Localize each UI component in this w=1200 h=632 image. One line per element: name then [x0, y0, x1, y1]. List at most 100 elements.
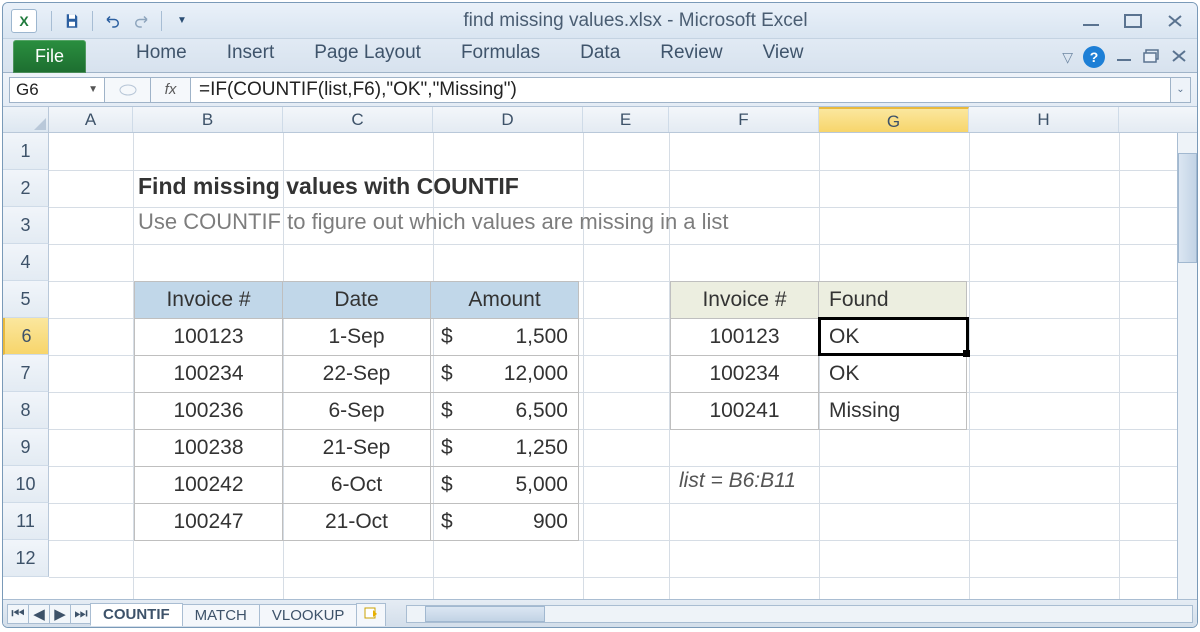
column-header[interactable]: D: [433, 107, 583, 132]
row-header[interactable]: 1: [3, 133, 49, 170]
cell[interactable]: Missing: [819, 393, 967, 430]
column-header[interactable]: E: [583, 107, 669, 132]
sheet-nav-last[interactable]: ⏭: [70, 604, 92, 624]
cell[interactable]: $1,500: [431, 319, 579, 356]
tab-page-layout[interactable]: Page Layout: [294, 36, 441, 72]
qat-customize-dropdown[interactable]: ▼: [170, 10, 194, 32]
scrollbar-thumb[interactable]: [1178, 153, 1197, 263]
app-window: X ▼ find missing values.xlsx - Microsoft…: [2, 2, 1198, 628]
cell[interactable]: 100242: [135, 467, 283, 504]
row-header[interactable]: 5: [3, 281, 49, 318]
window-controls: [1077, 11, 1189, 31]
cell[interactable]: 1-Sep: [283, 319, 431, 356]
row-header[interactable]: 4: [3, 244, 49, 281]
cell[interactable]: 100236: [135, 393, 283, 430]
tab-home[interactable]: Home: [116, 36, 207, 72]
divider: [92, 11, 93, 31]
horizontal-scrollbar[interactable]: [406, 605, 1193, 623]
worksheet-grid[interactable]: ABCDEFGH 123456789101112 Find missing va…: [3, 107, 1197, 627]
name-box-value: G6: [16, 80, 39, 100]
row-header[interactable]: 12: [3, 540, 49, 577]
cell[interactable]: 100234: [135, 356, 283, 393]
column-header[interactable]: G: [819, 107, 969, 132]
cell[interactable]: 22-Sep: [283, 356, 431, 393]
ribbon-tabs: File Home Insert Page Layout Formulas Da…: [3, 39, 1197, 73]
cell[interactable]: 100247: [135, 504, 283, 541]
name-box[interactable]: G6 ▼: [9, 77, 105, 103]
file-tab[interactable]: File: [13, 40, 86, 73]
help-button[interactable]: ?: [1083, 46, 1105, 68]
cell[interactable]: $1,250: [431, 430, 579, 467]
row-header[interactable]: 10: [3, 466, 49, 503]
table-row: 10023422-Sep$12,000: [135, 356, 579, 393]
cell[interactable]: OK: [819, 319, 967, 356]
formula-text: =IF(COUNTIF(list,F6),"OK","Missing"): [199, 79, 517, 101]
tab-view[interactable]: View: [743, 36, 824, 72]
tab-formulas[interactable]: Formulas: [441, 36, 560, 72]
undo-button[interactable]: [101, 10, 125, 32]
formula-bar-expand[interactable]: ⌄: [1171, 77, 1191, 103]
cell-surface[interactable]: Find missing values with COUNTIF Use COU…: [49, 133, 1197, 599]
cell[interactable]: 100238: [135, 430, 283, 467]
cell[interactable]: $12,000: [431, 356, 579, 393]
cell[interactable]: 100241: [671, 393, 819, 430]
sheet-tab-countif[interactable]: COUNTIF: [90, 603, 183, 626]
maximize-button[interactable]: [1119, 11, 1147, 31]
select-all-corner[interactable]: [3, 107, 49, 132]
cell[interactable]: 100123: [671, 319, 819, 356]
row-header[interactable]: 3: [3, 207, 49, 244]
tab-insert[interactable]: Insert: [207, 36, 295, 72]
named-range-note: list = B6:B11: [679, 469, 796, 493]
column-header[interactable]: B: [133, 107, 283, 132]
cell[interactable]: OK: [819, 356, 967, 393]
sheet-nav-first[interactable]: ⏮: [7, 604, 29, 624]
quick-access-toolbar: X ▼: [11, 9, 194, 33]
row-header[interactable]: 11: [3, 503, 49, 540]
row-header[interactable]: 8: [3, 392, 49, 429]
workbook-close-button[interactable]: [1171, 49, 1187, 66]
tab-data[interactable]: Data: [560, 36, 640, 72]
close-button[interactable]: [1161, 11, 1189, 31]
row-header[interactable]: 9: [3, 429, 49, 466]
cell[interactable]: 6-Sep: [283, 393, 431, 430]
column-header[interactable]: C: [283, 107, 433, 132]
cell[interactable]: 100234: [671, 356, 819, 393]
workbook-minimize-button[interactable]: [1115, 49, 1133, 65]
cell[interactable]: 21-Oct: [283, 504, 431, 541]
sheet-tab-vlookup[interactable]: VLOOKUP: [259, 604, 358, 626]
row-header[interactable]: 7: [3, 355, 49, 392]
row-header[interactable]: 2: [3, 170, 49, 207]
tab-review[interactable]: Review: [640, 36, 742, 72]
column-header[interactable]: A: [49, 107, 133, 132]
formula-bar: G6 ▼ fx =IF(COUNTIF(list,F6),"OK","Missi…: [3, 73, 1197, 107]
cell[interactable]: $6,500: [431, 393, 579, 430]
sheet-nav-buttons: ⏮ ◀ ▶ ⏭: [7, 604, 91, 624]
insert-function-button[interactable]: fx: [151, 77, 191, 103]
sheet-tab-match[interactable]: MATCH: [182, 604, 260, 626]
column-header[interactable]: H: [969, 107, 1119, 132]
vertical-scrollbar[interactable]: [1177, 133, 1197, 599]
workbook-restore-button[interactable]: [1143, 49, 1161, 66]
table-header: Invoice #: [135, 282, 283, 319]
insert-sheet-button[interactable]: [356, 603, 386, 626]
table-row: 100234OK: [671, 356, 967, 393]
window-title: find missing values.xlsx - Microsoft Exc…: [194, 10, 1077, 32]
cell[interactable]: $5,000: [431, 467, 579, 504]
redo-button[interactable]: [129, 10, 153, 32]
column-header[interactable]: F: [669, 107, 819, 132]
cell[interactable]: 21-Sep: [283, 430, 431, 467]
cell[interactable]: $900: [431, 504, 579, 541]
row-header[interactable]: 6: [3, 318, 49, 355]
chevron-down-icon[interactable]: ▼: [88, 84, 98, 95]
minimize-button[interactable]: [1077, 11, 1105, 31]
divider: [51, 11, 52, 31]
cell[interactable]: 6-Oct: [283, 467, 431, 504]
ribbon-minimize-icon[interactable]: ▽: [1062, 49, 1073, 66]
sheet-nav-prev[interactable]: ◀: [28, 604, 50, 624]
formula-input[interactable]: =IF(COUNTIF(list,F6),"OK","Missing"): [191, 77, 1171, 103]
cell[interactable]: 100123: [135, 319, 283, 356]
scrollbar-thumb[interactable]: [425, 606, 545, 622]
save-button[interactable]: [60, 10, 84, 32]
sheet-nav-next[interactable]: ▶: [49, 604, 71, 624]
page-title: Find missing values with COUNTIF: [138, 173, 519, 200]
